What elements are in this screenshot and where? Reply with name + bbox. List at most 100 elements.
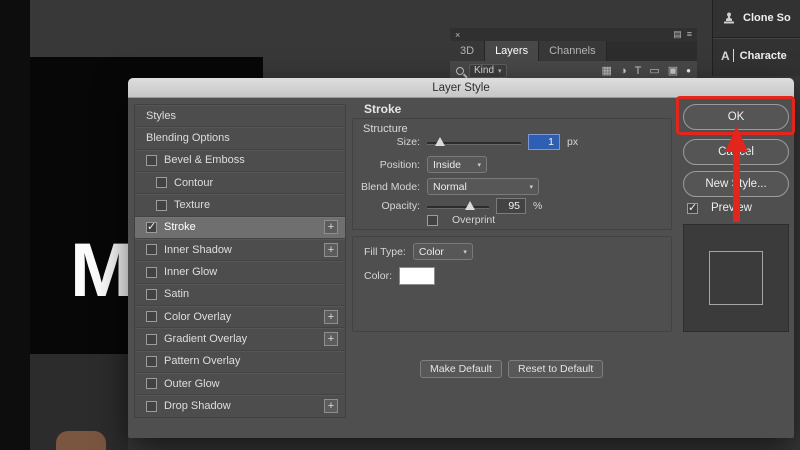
tab-layers[interactable]: Layers	[485, 41, 539, 61]
blend-mode-row: Blend Mode: Normal ▾	[358, 178, 539, 195]
blend-mode-label: Blend Mode:	[358, 181, 420, 193]
dialog-title: Layer Style	[432, 82, 490, 94]
size-label: Size:	[358, 136, 420, 148]
styles-list-item-color-overlay[interactable]: Color Overlay+	[135, 306, 345, 328]
type-filter-icon[interactable]: T	[635, 65, 642, 77]
add-effect-instance-button[interactable]: +	[324, 310, 338, 324]
opacity-slider-thumb[interactable]	[465, 201, 475, 210]
size-slider[interactable]	[427, 136, 521, 148]
effect-label: Bevel & Emboss	[164, 154, 245, 166]
overprint-checkbox[interactable]	[427, 215, 438, 226]
position-row: Position: Inside ▾	[358, 156, 487, 173]
new-style-button[interactable]: New Style...	[683, 171, 789, 197]
layers-panel: × ▤ ≡ 3D Layers Channels Kind ▾ ▦ ◑ T ▭ …	[450, 28, 697, 80]
effect-label: Blending Options	[146, 132, 230, 144]
make-default-button[interactable]: Make Default	[420, 360, 502, 378]
overprint-row: Overprint	[427, 214, 495, 226]
styles-list-item-contour[interactable]: Contour	[135, 172, 345, 194]
styles-list-item-stroke[interactable]: Stroke +	[135, 217, 345, 239]
effect-checkbox[interactable]	[146, 289, 157, 300]
styles-list-item-inner-glow[interactable]: Inner Glow	[135, 261, 345, 283]
styles-list-item-pattern-overlay[interactable]: Pattern Overlay	[135, 351, 345, 373]
add-effect-instance-button[interactable]: +	[324, 243, 338, 257]
canvas-text-letter: M	[70, 233, 133, 309]
effect-checkbox[interactable]	[146, 244, 157, 255]
styles-list-item-inner-shadow[interactable]: Inner Shadow+	[135, 239, 345, 261]
adjustment-filter-icon[interactable]: ◑	[620, 65, 627, 77]
photo-fragment	[56, 431, 106, 450]
cancel-button[interactable]: Cancel	[683, 139, 789, 165]
stroke-section-title: Stroke	[364, 102, 401, 116]
effect-checkbox[interactable]	[146, 378, 157, 389]
add-effect-instance-button[interactable]: +	[324, 399, 338, 413]
character-label: Characte	[740, 50, 787, 62]
effect-checkbox[interactable]	[146, 401, 157, 412]
ok-button[interactable]: OK	[683, 104, 789, 130]
preview-label: Preview	[711, 202, 752, 214]
opacity-slider[interactable]	[427, 200, 489, 212]
add-effect-instance-button[interactable]: +	[324, 220, 338, 234]
size-row: Size: 1 px	[358, 134, 578, 150]
right-panel-dock: Clone So A Characte	[712, 0, 800, 76]
size-unit-label: px	[567, 136, 578, 148]
effect-checkbox[interactable]	[146, 267, 157, 278]
size-slider-thumb[interactable]	[435, 137, 445, 146]
effect-checkbox[interactable]	[156, 200, 167, 211]
styles-list-item-texture[interactable]: Texture	[135, 194, 345, 216]
chevron-down-icon: ▾	[529, 183, 533, 191]
opacity-label: Opacity:	[358, 200, 420, 212]
opacity-slider-track	[427, 206, 489, 208]
opacity-value-field[interactable]: 95	[496, 198, 526, 214]
effect-checkbox[interactable]	[156, 177, 167, 188]
effect-checkbox[interactable]	[146, 155, 157, 166]
color-row: Color:	[364, 267, 435, 285]
styles-list-item-bevel-emboss[interactable]: Bevel & Emboss	[135, 150, 345, 172]
opacity-row: Opacity: 95 %	[358, 198, 542, 214]
panel-menu-icon[interactable]: ≡	[687, 29, 692, 40]
effect-label: Stroke	[164, 221, 196, 233]
effect-label: Drop Shadow	[164, 400, 231, 412]
styles-list-item-satin[interactable]: Satin	[135, 284, 345, 306]
panel-list-icon[interactable]: ▤	[673, 29, 682, 40]
reset-to-default-button[interactable]: Reset to Default	[508, 360, 603, 378]
effect-label: Texture	[174, 199, 210, 211]
effect-label: Gradient Overlay	[164, 333, 247, 345]
effect-checkbox[interactable]	[146, 356, 157, 367]
effect-label: Satin	[164, 288, 189, 300]
size-value-field[interactable]: 1	[528, 134, 560, 150]
styles-list-item-blending-options[interactable]: Blending Options	[135, 127, 345, 149]
tab-3d[interactable]: 3D	[450, 41, 485, 61]
panel-close-icon[interactable]: ×	[455, 30, 460, 40]
shape-filter-icon[interactable]: ▭	[649, 64, 659, 77]
position-dropdown[interactable]: Inside ▾	[427, 156, 487, 173]
effect-label: Contour	[174, 177, 213, 189]
styles-list-item-outer-glow[interactable]: Outer Glow	[135, 373, 345, 395]
tab-channels[interactable]: Channels	[539, 41, 606, 61]
character-panel-item[interactable]: A Characte	[713, 42, 800, 70]
overprint-label: Overprint	[452, 214, 495, 226]
position-value: Inside	[433, 159, 461, 171]
chevron-down-icon: ▾	[477, 161, 481, 169]
clone-stamp-icon	[721, 10, 737, 26]
fill-type-dropdown[interactable]: Color ▾	[413, 243, 473, 260]
stroke-preview-square	[709, 251, 763, 305]
styles-list-item-styles[interactable]: Styles	[135, 105, 345, 127]
blend-mode-dropdown[interactable]: Normal ▾	[427, 178, 539, 195]
tools-panel-strip	[0, 0, 30, 450]
dialog-titlebar[interactable]: Layer Style	[128, 78, 794, 98]
photoshop-workspace: { "workspace": { "canvas_letter": "M" },…	[0, 0, 800, 450]
styles-list-item-gradient-overlay[interactable]: Gradient Overlay +	[135, 328, 345, 350]
effect-checkbox[interactable]	[146, 311, 157, 322]
styles-list-item-drop-shadow[interactable]: Drop Shadow +	[135, 395, 345, 417]
preview-checkbox[interactable]	[687, 203, 698, 214]
effect-checkbox[interactable]	[146, 222, 157, 233]
stroke-color-swatch[interactable]	[399, 267, 435, 285]
add-effect-instance-button[interactable]: +	[324, 332, 338, 346]
effect-checkbox[interactable]	[146, 334, 157, 345]
pixel-filter-icon[interactable]: ▦	[602, 64, 612, 77]
effect-label: Inner Glow	[164, 266, 217, 278]
clone-source-panel-item[interactable]: Clone So	[713, 4, 800, 32]
kind-filter-dropdown[interactable]: Kind ▾	[469, 64, 507, 78]
smart-object-filter-icon[interactable]: ▣	[668, 64, 678, 77]
filter-toggle-icon[interactable]: ●	[686, 66, 691, 75]
